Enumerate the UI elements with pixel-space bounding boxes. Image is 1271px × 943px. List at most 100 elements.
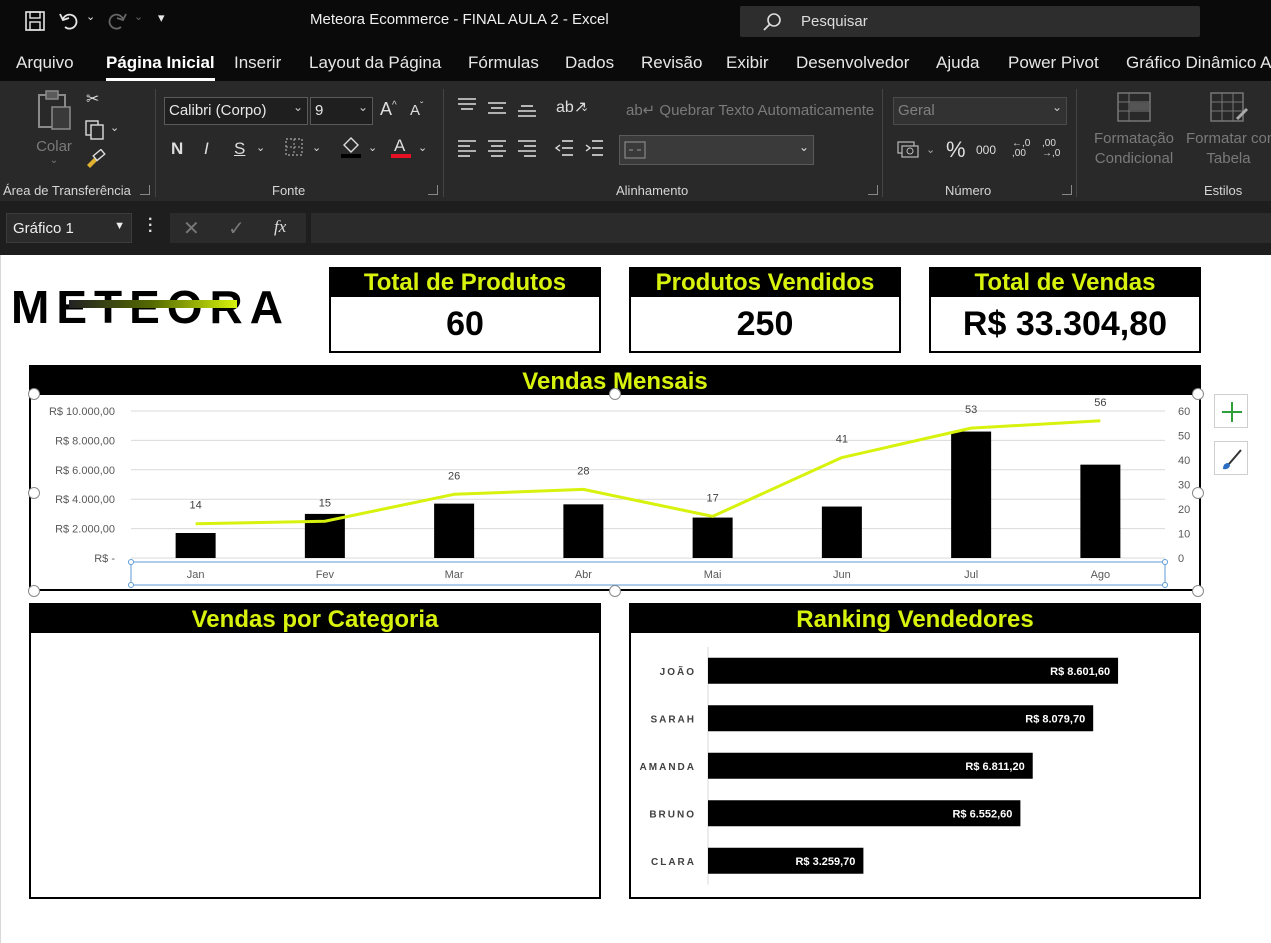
search-box[interactable]: Pesquisar xyxy=(740,6,1200,37)
number-launcher-icon[interactable] xyxy=(1062,185,1072,195)
bar xyxy=(175,533,216,558)
separator xyxy=(443,89,444,197)
clipboard-launcher-icon[interactable] xyxy=(140,185,150,195)
bold-button[interactable]: N xyxy=(171,139,183,159)
merge-center-dropdown[interactable]: ⌄ xyxy=(619,135,814,165)
x-axis-tick-label: Abr xyxy=(575,569,592,581)
tab-ajuda[interactable]: Ajuda xyxy=(936,53,979,73)
increase-indent-icon[interactable] xyxy=(584,139,604,162)
y-axis-tick-label: R$ 10.000,00 xyxy=(49,406,115,418)
tab-revisao[interactable]: Revisão xyxy=(641,53,702,73)
resize-handle[interactable] xyxy=(28,388,40,400)
cut-icon[interactable]: ✂ xyxy=(86,89,99,109)
name-box-value: Gráfico 1 xyxy=(13,220,74,237)
kpi-value: R$ 33.304,80 xyxy=(962,305,1168,343)
orientation-chevron-icon[interactable]: ⌄ xyxy=(580,101,589,114)
font-color-chevron-icon[interactable]: ⌄ xyxy=(418,141,427,154)
decrease-font-size-icon[interactable]: Aˇ xyxy=(410,101,423,119)
enter-check-icon[interactable]: ✓ xyxy=(228,216,245,241)
underline-button[interactable]: S xyxy=(234,139,245,159)
worksheet[interactable]: METEORA Total de Produtos 60 Produtos Ve… xyxy=(0,255,1271,943)
resize-handle[interactable] xyxy=(1192,487,1204,499)
conditional-formatting-label1: Formatação xyxy=(1093,130,1175,147)
ribbon-tabs: Arquivo Página Inicial Inserir Layout da… xyxy=(0,43,1271,81)
customize-toolbar-icon[interactable]: ▾ xyxy=(158,10,165,26)
tab-desenvolvedor[interactable]: Desenvolvedor xyxy=(796,53,909,73)
x-axis-tick-label: Jan xyxy=(187,569,205,581)
format-painter-icon[interactable] xyxy=(84,148,106,174)
more-options-icon[interactable]: · · · xyxy=(148,212,153,240)
borders-icon[interactable] xyxy=(284,137,304,162)
tab-power-pivot[interactable]: Power Pivot xyxy=(1008,53,1099,73)
undo-dropdown-chevron-icon[interactable]: ⌄ xyxy=(86,10,95,23)
align-right-icon[interactable] xyxy=(517,139,537,162)
fill-color-chevron-icon[interactable]: ⌄ xyxy=(368,141,377,154)
font-color-icon[interactable]: A xyxy=(390,135,412,164)
save-icon[interactable] xyxy=(24,10,46,32)
tab-formulas[interactable]: Fórmulas xyxy=(468,53,539,73)
number-format-dropdown[interactable]: Geral ⌄ xyxy=(893,97,1067,125)
axis-selection-handle xyxy=(1162,559,1168,565)
percent-button[interactable]: % xyxy=(946,137,966,163)
format-as-table-button[interactable]: Formatar como Tabela xyxy=(1186,91,1271,169)
tab-inserir[interactable]: Inserir xyxy=(234,53,281,73)
excel-window: ⌄ ⌄ ▾ Meteora Ecommerce - FINAL AULA 2 -… xyxy=(0,0,1271,943)
clipboard-icon xyxy=(38,90,71,130)
conditional-formatting-button[interactable]: Formatação Condicional xyxy=(1088,91,1180,169)
tab-dados[interactable]: Dados xyxy=(565,53,614,73)
name-box[interactable]: Gráfico 1 ▼ xyxy=(6,213,132,243)
chart-title: Ranking Vendedores xyxy=(631,605,1199,633)
underline-chevron-icon[interactable]: ⌄ xyxy=(256,141,265,154)
font-size-value: 9 xyxy=(315,102,324,119)
resize-handle[interactable] xyxy=(609,585,621,597)
font-size-dropdown[interactable]: 9 ⌄ xyxy=(310,97,373,125)
resize-handle[interactable] xyxy=(1192,388,1204,400)
resize-handle[interactable] xyxy=(609,388,621,400)
copy-chevron-icon[interactable]: ⌄ xyxy=(110,121,119,134)
formula-bar: Gráfico 1 ▼ · · · ✕ ✓ fx xyxy=(0,201,1271,255)
increase-font-size-icon[interactable]: A^ xyxy=(380,99,397,120)
chart-ranking-vendedores[interactable]: Ranking Vendedores JOÃO R$ 8.601,60 SARAH R… xyxy=(629,603,1201,899)
tab-arquivo[interactable]: Arquivo xyxy=(16,53,74,73)
tab-exibir[interactable]: Exibir xyxy=(726,53,769,73)
tab-layout-da-pagina[interactable]: Layout da Página xyxy=(309,53,441,73)
cancel-icon[interactable]: ✕ xyxy=(183,216,200,241)
decrease-decimal-icon[interactable]: ,00 →,0 xyxy=(1042,139,1066,159)
fill-color-icon[interactable] xyxy=(340,135,362,164)
category-label: JOÃO xyxy=(660,665,696,678)
copy-icon[interactable] xyxy=(84,119,106,146)
borders-chevron-icon[interactable]: ⌄ xyxy=(312,141,321,154)
align-center-icon[interactable] xyxy=(487,139,507,162)
tab-pagina-inicial[interactable]: Página Inicial xyxy=(106,53,215,81)
align-top-icon[interactable] xyxy=(457,97,477,120)
decrease-indent-icon[interactable] xyxy=(554,139,574,162)
resize-handle[interactable] xyxy=(1192,585,1204,597)
italic-button[interactable]: I xyxy=(204,139,209,159)
chart-elements-button[interactable] xyxy=(1214,394,1248,428)
accounting-format-icon[interactable] xyxy=(897,139,919,164)
increase-decimal-icon[interactable]: ←,0,00 xyxy=(1012,139,1036,159)
align-middle-icon[interactable] xyxy=(487,99,507,122)
chart-vendas-por-categoria[interactable]: Vendas por Categoria xyxy=(29,603,601,899)
chart-styles-button[interactable] xyxy=(1214,441,1248,475)
accounting-chevron-icon[interactable]: ⌄ xyxy=(926,143,935,156)
data-label: 28 xyxy=(577,465,589,477)
insert-function-button[interactable]: fx xyxy=(274,217,286,237)
tab-grafico-dinamico[interactable]: Gráfico Dinâmico A xyxy=(1126,53,1271,73)
thousands-separator-button[interactable]: 000 xyxy=(976,143,996,157)
undo-icon[interactable] xyxy=(58,10,80,32)
resize-handle[interactable] xyxy=(28,487,40,499)
y2-axis-tick-label: 40 xyxy=(1178,455,1190,467)
align-bottom-icon[interactable] xyxy=(517,101,537,124)
chevron-down-icon: ⌄ xyxy=(357,100,368,114)
formula-input[interactable] xyxy=(311,213,1271,243)
axis-selection-box xyxy=(130,561,1166,586)
resize-handle[interactable] xyxy=(28,585,40,597)
group-label-alignment: Alinhamento xyxy=(616,183,689,198)
align-left-icon[interactable] xyxy=(457,139,477,162)
paste-label: Colar xyxy=(36,138,72,155)
alignment-launcher-icon[interactable] xyxy=(868,185,878,195)
font-launcher-icon[interactable] xyxy=(428,185,438,195)
redo-dropdown-chevron-icon: ⌄ xyxy=(134,11,144,23)
font-name-dropdown[interactable]: Calibri (Corpo) ⌄ xyxy=(164,97,308,125)
